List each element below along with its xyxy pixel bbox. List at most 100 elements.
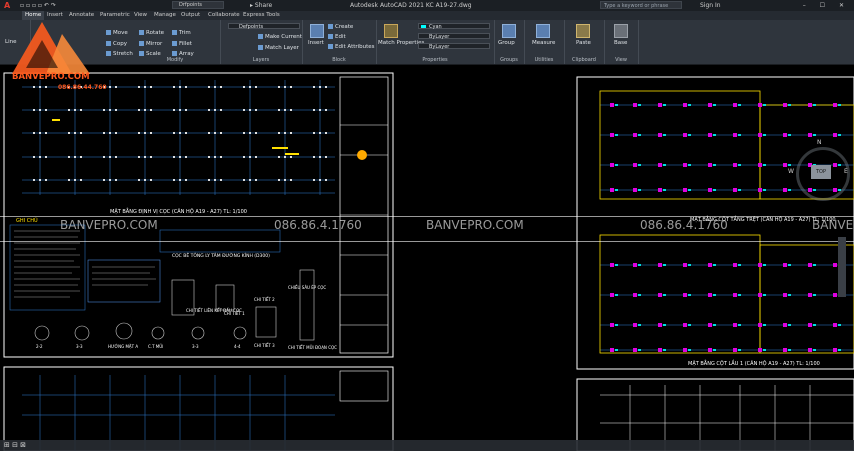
watermark-phone: 086.86.4.1760: [274, 218, 362, 232]
sign-in-button[interactable]: Sign In: [700, 0, 721, 11]
make-current-button[interactable]: Make Current: [258, 34, 302, 40]
column-marker: [610, 163, 614, 167]
pile-marker: [138, 156, 140, 158]
column-marker: [833, 293, 837, 297]
viewcube[interactable]: TOP: [796, 147, 850, 201]
share-icon[interactable]: ▸ Share: [250, 0, 272, 11]
pile-marker: [74, 109, 76, 111]
compass-north[interactable]: N: [817, 139, 822, 146]
pile-marker: [115, 86, 117, 88]
column-tag: [813, 104, 816, 106]
tab-collaborate[interactable]: Collaborate: [208, 11, 240, 20]
pile-marker: [144, 109, 146, 111]
column-tag: [788, 189, 791, 191]
column-marker: [610, 323, 614, 327]
stretch-button[interactable]: Stretch: [106, 51, 133, 57]
column-marker: [708, 323, 712, 327]
logo-text: BANVEPRO.COM: [12, 72, 90, 82]
window-controls[interactable]: – ☐ ✕: [803, 0, 850, 11]
viewcube-top[interactable]: TOP: [811, 165, 831, 179]
lineweight-dropdown[interactable]: ByLayer: [418, 43, 490, 50]
edit-block-button[interactable]: Edit: [328, 34, 346, 40]
column-tag: [788, 104, 791, 106]
pile-marker: [313, 156, 315, 158]
trim-button[interactable]: Trim: [172, 30, 191, 36]
mirror-button[interactable]: Mirror: [139, 41, 162, 47]
pile-marker: [220, 179, 222, 181]
measure-button[interactable]: Measure: [532, 40, 555, 46]
workspace-dropdown[interactable]: Drfpoints: [172, 1, 224, 9]
pile-marker: [319, 86, 321, 88]
column-marker: [758, 133, 762, 137]
drawing-viewport[interactable]: MẶT BẰNG ĐỊNH VỊ CỌC (CĂN HỘ A19 - A27) …: [0, 65, 854, 451]
pile-marker: [39, 179, 41, 181]
column-tag: [763, 349, 766, 351]
fillet-button[interactable]: Fillet: [172, 41, 192, 47]
column-marker: [658, 293, 662, 297]
column-tag: [713, 189, 716, 191]
edit-attributes-button[interactable]: Edit Attributes: [328, 44, 375, 50]
pile-marker: [313, 179, 315, 181]
group-icon: [502, 24, 516, 38]
paste-icon: [576, 24, 590, 38]
quick-access-toolbar[interactable]: ▫ ▫ ▫ ▫ ↶ ↷: [20, 0, 56, 11]
scale-icon: [139, 51, 144, 56]
column-tag: [813, 349, 816, 351]
fillet-icon: [172, 41, 177, 46]
layer-dropdown[interactable]: Defpoints: [228, 23, 300, 30]
column-marker: [808, 103, 812, 107]
column-tag: [688, 324, 691, 326]
model-space-icon[interactable]: ⊞ ⊟ ⊠: [4, 441, 26, 449]
color-dropdown[interactable]: Cyan: [418, 23, 490, 30]
block-panel: Insert Create Edit Edit Attributes Block: [302, 20, 377, 64]
column-marker: [758, 163, 762, 167]
compass-east[interactable]: E: [844, 168, 848, 175]
tab-manage[interactable]: Manage: [154, 11, 176, 20]
pile-marker: [74, 132, 76, 134]
move-button[interactable]: Move: [106, 30, 128, 36]
create-block-button[interactable]: Create: [328, 24, 353, 30]
column-tag: [615, 134, 618, 136]
pile-marker: [255, 132, 257, 134]
column-tag: [688, 349, 691, 351]
insert-button[interactable]: Insert: [308, 40, 324, 46]
paste-button[interactable]: Paste: [576, 40, 591, 46]
column-tag: [638, 324, 641, 326]
column-marker: [808, 293, 812, 297]
rotate-icon: [139, 30, 144, 35]
match-layer-button[interactable]: Match Layer: [258, 45, 299, 51]
column-tag: [615, 349, 618, 351]
column-tag: [688, 189, 691, 191]
app-menu-icon[interactable]: A: [4, 0, 10, 11]
search-input[interactable]: Type a keyword or phrase: [600, 1, 682, 9]
color-swatch-icon: [421, 25, 426, 28]
column-marker: [783, 103, 787, 107]
pile-marker: [185, 86, 187, 88]
company-stamp-icon: [357, 150, 367, 160]
navigation-bar[interactable]: [838, 237, 846, 297]
groups-panel-label: Groups: [500, 57, 518, 63]
group-button[interactable]: Group: [498, 40, 515, 46]
tab-express-tools[interactable]: Express Tools: [243, 11, 280, 20]
tab-output[interactable]: Output: [181, 11, 200, 20]
column-tag: [788, 134, 791, 136]
tab-view[interactable]: View: [134, 11, 147, 20]
pile-marker: [214, 132, 216, 134]
tab-parametric[interactable]: Parametric: [100, 11, 130, 20]
column-tag: [615, 104, 618, 106]
pile-marker: [144, 156, 146, 158]
pile-marker: [173, 109, 175, 111]
move-icon: [106, 30, 111, 35]
pile-marker: [319, 132, 321, 134]
pile-marker: [249, 156, 251, 158]
column-tag: [788, 164, 791, 166]
column-tag: [638, 189, 641, 191]
compass-west[interactable]: W: [788, 168, 794, 175]
column-marker: [833, 263, 837, 267]
rotate-button[interactable]: Rotate: [139, 30, 164, 36]
column-tag: [838, 134, 841, 136]
copy-button[interactable]: Copy: [106, 41, 127, 47]
linetype-dropdown[interactable]: ByLayer: [418, 33, 490, 40]
column-marker: [633, 348, 637, 352]
base-view-button[interactable]: Base: [614, 40, 627, 46]
